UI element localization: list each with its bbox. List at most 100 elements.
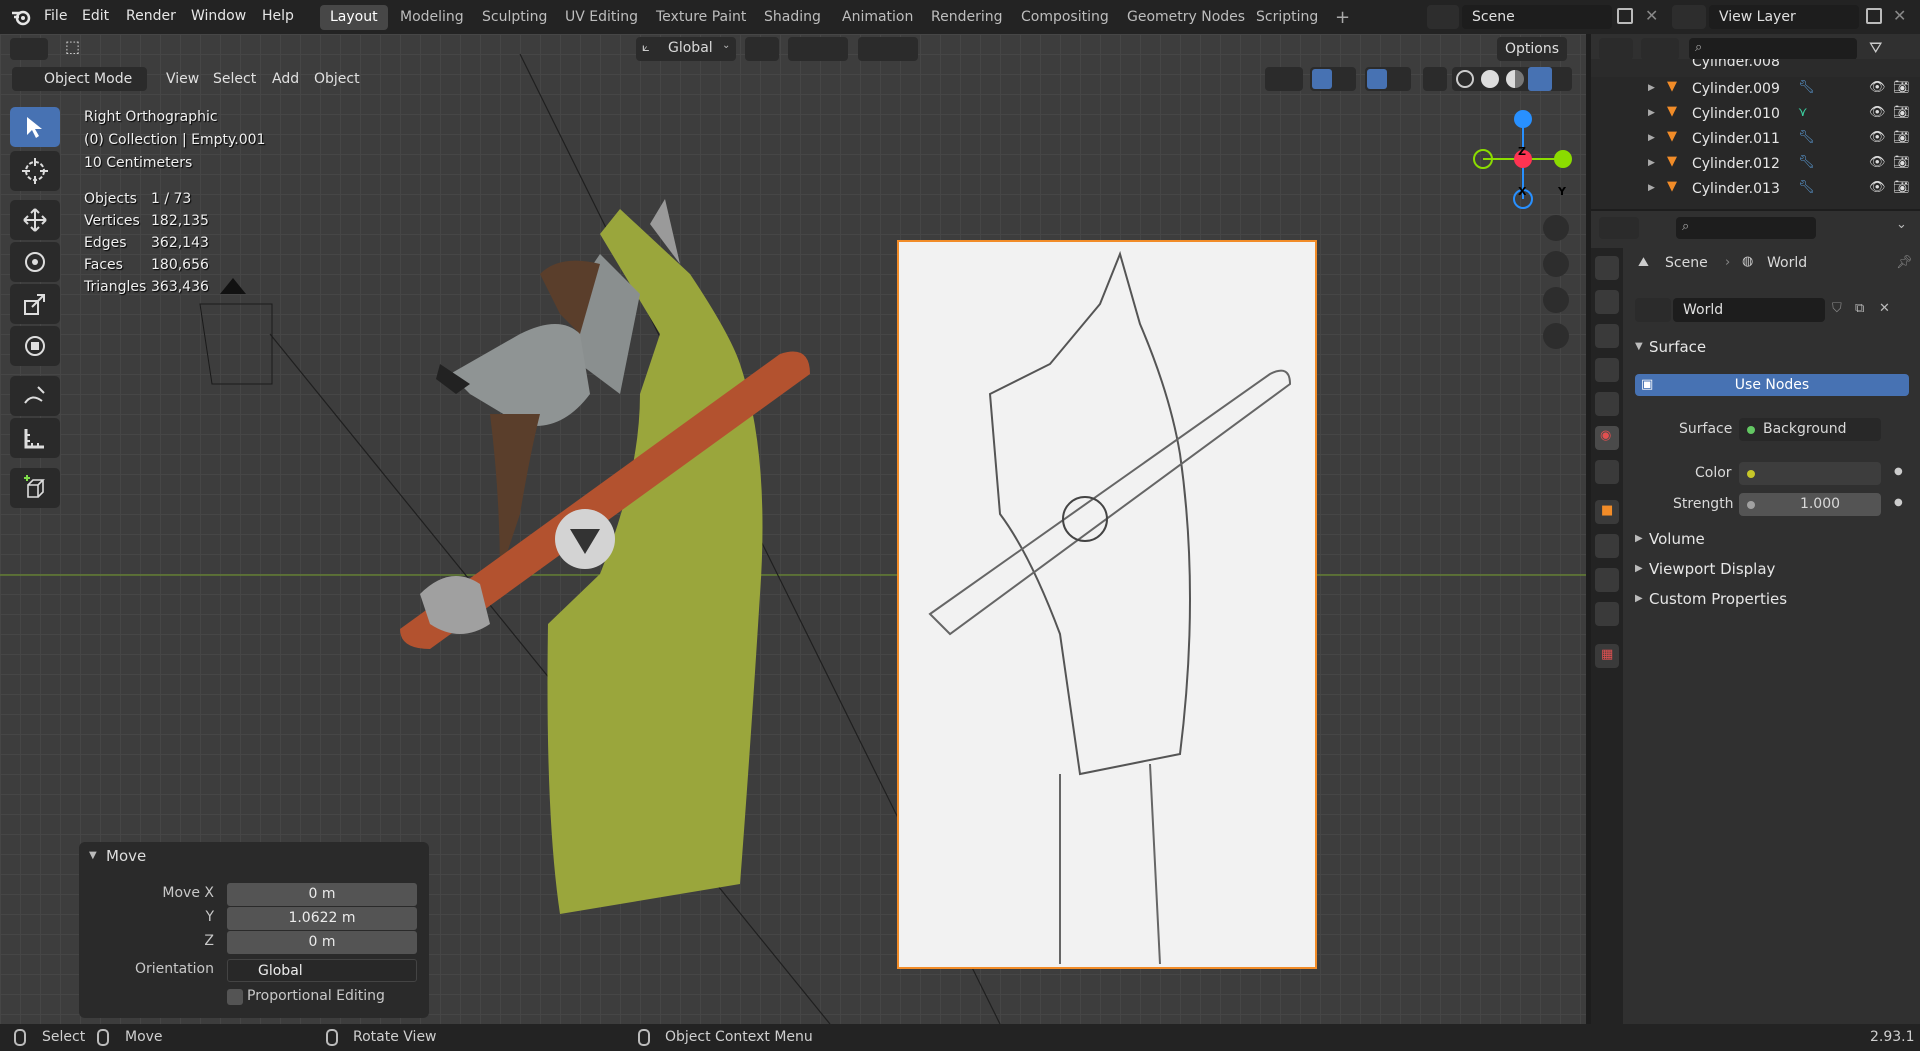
- new-scene-icon[interactable]: [1617, 8, 1633, 24]
- filter-icon[interactable]: ⛛: [1869, 38, 1882, 58]
- world-browse-icon[interactable]: [1635, 298, 1671, 322]
- display-mode-icon[interactable]: [1641, 38, 1679, 60]
- tab-texture-paint[interactable]: Texture Paint: [646, 5, 756, 30]
- output-tab[interactable]: [1595, 324, 1619, 348]
- menu-help[interactable]: Help: [262, 8, 294, 24]
- 3d-viewport[interactable]: ⬚ ⟀ Global ⌄ Options Object Mode View Se…: [0, 34, 1586, 1024]
- tab-compositing[interactable]: Compositing: [1011, 5, 1119, 30]
- delete-scene-icon[interactable]: ✕: [1645, 6, 1658, 25]
- modifier-wrench-icon[interactable]: 🔧︎: [1798, 180, 1815, 195]
- world-name-field[interactable]: World: [1673, 298, 1825, 322]
- strength-field[interactable]: 1.000: [1739, 493, 1881, 516]
- object-data-tab[interactable]: [1595, 602, 1619, 626]
- menu-file[interactable]: File: [44, 8, 67, 24]
- outliner-editor-type-icon[interactable]: [1599, 38, 1633, 60]
- collapse-triangle-icon[interactable]: ▼: [1635, 341, 1643, 352]
- eye-icon[interactable]: 👁︎: [1869, 80, 1886, 95]
- collapse-triangle-icon[interactable]: ▼: [89, 850, 97, 861]
- modifiers-tab[interactable]: [1595, 534, 1619, 558]
- menu-render[interactable]: Render: [126, 8, 176, 24]
- surface-section-title[interactable]: Surface: [1649, 338, 1706, 356]
- keyframe-dot-icon[interactable]: ●: [1894, 497, 1903, 508]
- camera-render-icon[interactable]: 📷︎: [1893, 155, 1910, 170]
- scene-field[interactable]: Scene: [1462, 5, 1612, 29]
- camera-object[interactable]: [199, 278, 273, 385]
- tab-sculpting[interactable]: Sculpting: [472, 5, 557, 30]
- properties-editor-type-icon[interactable]: [1599, 217, 1639, 239]
- outliner-row[interactable]: ▶ ▼ Cylinder.010 ⋎ 👁︎ 📷︎: [1591, 102, 1920, 127]
- unlink-icon[interactable]: ✕: [1879, 301, 1890, 316]
- world-tab[interactable]: ◉: [1595, 426, 1619, 450]
- view-layer-icon[interactable]: [1672, 5, 1706, 29]
- texture-tab[interactable]: ▦: [1595, 644, 1619, 668]
- properties-search-input[interactable]: ⌕: [1676, 217, 1816, 239]
- viewport-display-section-title[interactable]: Viewport Display: [1649, 560, 1775, 578]
- scene-selector-icon[interactable]: [1427, 5, 1459, 29]
- expand-triangle-icon[interactable]: ▶: [1635, 533, 1643, 544]
- keyframe-dot-icon[interactable]: ●: [1894, 466, 1903, 477]
- eye-icon[interactable]: 👁︎: [1869, 180, 1886, 195]
- menu-window[interactable]: Window: [191, 8, 246, 24]
- tab-layout[interactable]: Layout: [320, 5, 388, 30]
- view-layer-field[interactable]: View Layer: [1709, 5, 1859, 29]
- mesh-data-icon[interactable]: ⋎: [1798, 105, 1808, 120]
- camera-render-icon[interactable]: 📷︎: [1893, 130, 1910, 145]
- outliner-search-input[interactable]: ⌕: [1689, 38, 1857, 60]
- object-tab[interactable]: ■: [1595, 500, 1619, 524]
- duplicate-icon[interactable]: ⧉: [1855, 301, 1864, 316]
- use-nodes-button[interactable]: ▣ Use Nodes: [1635, 374, 1909, 396]
- move-x-field[interactable]: 0 m: [227, 883, 417, 906]
- tab-geometry-nodes[interactable]: Geometry Nodes: [1117, 5, 1255, 30]
- orientation-dropdown[interactable]: Global: [227, 959, 417, 982]
- expand-triangle-icon[interactable]: ▶: [1648, 83, 1655, 93]
- object-name[interactable]: Cylinder.010: [1692, 106, 1780, 122]
- expand-triangle-icon[interactable]: ▶: [1635, 593, 1643, 604]
- outliner-row[interactable]: ▶ ▼ Cylinder.013 🔧︎ 👁︎ 📷︎: [1591, 177, 1920, 202]
- eye-icon[interactable]: 👁︎: [1869, 130, 1886, 145]
- surface-shader-field[interactable]: Background: [1739, 418, 1881, 441]
- perspective-grid-icon[interactable]: [1543, 323, 1569, 349]
- scene-tab[interactable]: [1595, 392, 1619, 416]
- properties-editor[interactable]: ⌕ ⌄ ◉ ■ ▦ ⛰ Scene › ◍ World 📌︎ World ⛉ ⧉…: [1591, 211, 1920, 1024]
- physics-tab[interactable]: [1595, 568, 1619, 592]
- expand-triangle-icon[interactable]: ▶: [1648, 108, 1655, 118]
- outliner-row[interactable]: ▶ ▼ Cylinder.009 🔧︎ 👁︎ 📷︎: [1591, 77, 1920, 102]
- expand-triangle-icon[interactable]: ▶: [1648, 183, 1655, 193]
- outliner[interactable]: ⌕ ⛛ Cylinder.008 ▶ ▼ Cylinder.009 🔧︎ 👁︎ …: [1591, 34, 1920, 209]
- collection-tab[interactable]: [1595, 460, 1619, 484]
- new-view-layer-icon[interactable]: [1866, 8, 1882, 24]
- move-y-field[interactable]: 1.0622 m: [227, 907, 417, 930]
- camera-render-icon[interactable]: 📷︎: [1893, 105, 1910, 120]
- menu-edit[interactable]: Edit: [82, 8, 109, 24]
- object-name[interactable]: Cylinder.009: [1692, 81, 1780, 97]
- tab-animation[interactable]: Animation: [832, 5, 923, 30]
- pan-hand-icon[interactable]: [1543, 251, 1569, 277]
- wolf-character-model[interactable]: [400, 199, 810, 914]
- pin-icon[interactable]: 📌︎: [1896, 255, 1913, 270]
- outliner-row[interactable]: ▶ ▼ Cylinder.012 🔧︎ 👁︎ 📷︎: [1591, 152, 1920, 177]
- camera-render-icon[interactable]: 📷︎: [1893, 80, 1910, 95]
- modifier-wrench-icon[interactable]: 🔧︎: [1798, 80, 1815, 95]
- camera-render-icon[interactable]: 📷︎: [1893, 180, 1910, 195]
- modifier-wrench-icon[interactable]: 🔧︎: [1798, 130, 1815, 145]
- view-layer-tab[interactable]: [1595, 358, 1619, 382]
- eye-icon[interactable]: 👁︎: [1869, 105, 1886, 120]
- tab-rendering[interactable]: Rendering: [921, 5, 1013, 30]
- expand-triangle-icon[interactable]: ▶: [1648, 158, 1655, 168]
- tab-modeling[interactable]: Modeling: [390, 5, 474, 30]
- object-name[interactable]: Cylinder.011: [1692, 131, 1780, 147]
- tab-uv-editing[interactable]: UV Editing: [555, 5, 648, 30]
- outliner-row[interactable]: Cylinder.008: [1591, 59, 1920, 77]
- add-workspace-icon[interactable]: +: [1335, 7, 1350, 28]
- expand-triangle-icon[interactable]: ▶: [1635, 563, 1643, 574]
- object-name[interactable]: Cylinder.012: [1692, 156, 1780, 172]
- proportional-editing-checkbox[interactable]: [227, 989, 243, 1005]
- move-operator-panel[interactable]: ▼ Move Move X 0 m Y 1.0622 m Z 0 m Orien…: [79, 842, 429, 1018]
- render-tab[interactable]: [1595, 290, 1619, 314]
- object-name[interactable]: Cylinder.008: [1692, 59, 1780, 70]
- delete-view-layer-icon[interactable]: ✕: [1893, 6, 1906, 25]
- object-name[interactable]: Cylinder.013: [1692, 181, 1780, 197]
- expand-triangle-icon[interactable]: ▶: [1648, 133, 1655, 143]
- chevron-down-icon[interactable]: ⌄: [1896, 217, 1907, 232]
- color-field[interactable]: [1739, 462, 1881, 485]
